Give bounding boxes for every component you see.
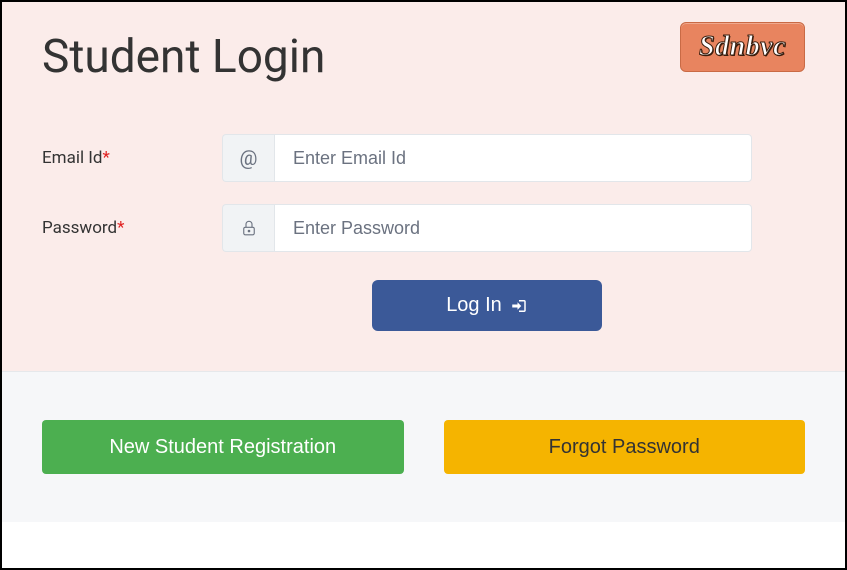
brand-name: Sdnbvc <box>699 31 786 62</box>
email-input-group: @ <box>222 134 752 182</box>
required-mark: * <box>103 148 110 168</box>
email-label: Email Id* <box>42 148 222 168</box>
password-label: Password* <box>42 218 222 238</box>
email-input[interactable] <box>274 134 752 182</box>
required-mark: * <box>117 218 124 238</box>
password-input-group <box>222 204 752 252</box>
password-label-text: Password <box>42 218 117 238</box>
login-button[interactable]: Log In <box>372 280 602 331</box>
login-button-row: Log In <box>42 280 752 331</box>
new-registration-button[interactable]: New Student Registration <box>42 420 404 474</box>
footer-panel: New Student Registration Forgot Password <box>2 371 845 522</box>
email-row: Email Id* @ <box>42 134 805 182</box>
brand-badge: Sdnbvc <box>680 22 805 72</box>
lock-icon <box>222 204 274 252</box>
login-button-label: Log In <box>446 294 502 317</box>
at-sign-icon: @ <box>222 134 274 182</box>
login-arrow-icon <box>510 297 528 315</box>
password-row: Password* <box>42 204 805 252</box>
password-input[interactable] <box>274 204 752 252</box>
email-label-text: Email Id <box>42 148 103 168</box>
login-panel: Sdnbvc Student Login Email Id* @ Passwor… <box>2 2 845 371</box>
forgot-password-button[interactable]: Forgot Password <box>444 420 806 474</box>
